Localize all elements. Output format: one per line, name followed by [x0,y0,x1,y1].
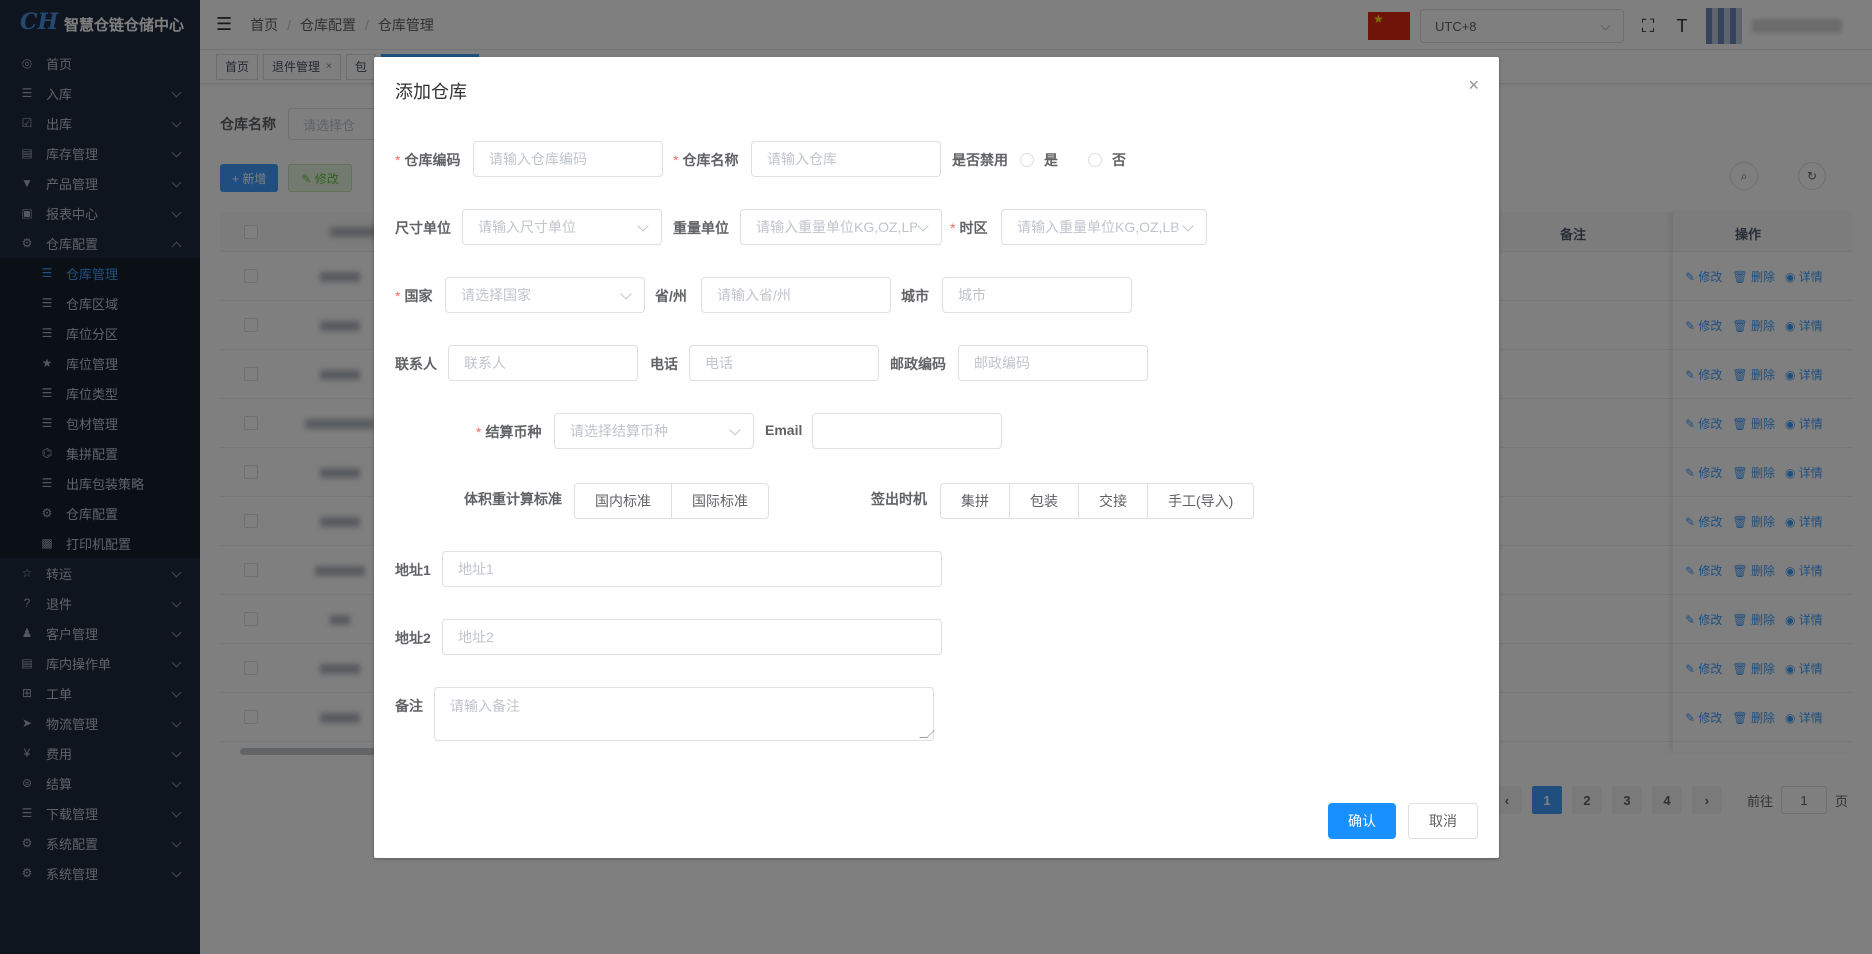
address1-input[interactable]: 地址1 [442,551,942,587]
size-unit-select[interactable]: 请输入尺寸单位 [462,209,662,245]
weight-unit-label: 重量单位 [673,220,729,236]
email-label: Email [765,422,803,438]
province-label: 省/州 [655,288,687,304]
close-icon[interactable]: × [1468,75,1479,96]
disabled-label: 是否禁用 [952,152,1008,168]
timezone-label: * 时区 [950,220,988,236]
province-input[interactable]: 请输入省/州 [701,277,891,313]
weight-unit-select[interactable]: 请输入重量单位KG,OZ,LB [740,209,942,245]
address2-label: 地址2 [395,630,431,646]
signout-timing-group: 集拼 包装 交接 手工(导入) [940,483,1255,519]
remark-label: 备注 [395,698,423,714]
warehouse-name-label: * 仓库名称 [673,152,739,168]
signout-consolidate-button[interactable]: 集拼 [940,483,1010,519]
contact-label: 联系人 [395,356,437,372]
country-label: * 国家 [395,288,433,304]
radio-circle [1088,153,1102,167]
address1-label: 地址1 [395,562,431,578]
warehouse-code-input[interactable]: 请输入仓库编码 [473,141,663,177]
dialog-title: 添加仓库 [395,82,467,102]
disabled-yes-radio[interactable]: 是 [1020,150,1058,170]
contact-input[interactable]: 联系人 [448,345,638,381]
timezone-field-select[interactable]: 请输入重量单位KG,OZ,LB [1001,209,1207,245]
phone-label: 电话 [650,356,678,372]
volume-standard-group: 国内标准 国际标准 [574,483,769,519]
email-input[interactable] [812,413,1002,449]
confirm-button[interactable]: 确认 [1328,803,1396,839]
volume-standard-label: 体积重计算标准 [464,491,562,507]
country-select[interactable]: 请选择国家 [445,277,645,313]
international-standard-button[interactable]: 国际标准 [671,483,769,519]
phone-input[interactable]: 电话 [689,345,879,381]
domestic-standard-button[interactable]: 国内标准 [574,483,672,519]
radio-circle [1020,153,1034,167]
resize-handle-icon[interactable] [919,730,935,738]
city-input[interactable]: 城市 [942,277,1132,313]
add-warehouse-dialog: 添加仓库 × * 仓库编码 请输入仓库编码 * 仓库名称 请输入仓库 是否禁用 是 … [374,57,1499,858]
cancel-button[interactable]: 取消 [1408,803,1478,839]
warehouse-name-input[interactable]: 请输入仓库 [751,141,941,177]
remark-textarea[interactable]: 请输入备注 [434,687,935,741]
currency-label: * 结算币种 [476,424,542,440]
warehouse-code-label: * 仓库编码 [395,152,461,168]
currency-select[interactable]: 请选择结算币种 [554,413,754,449]
remark-placeholder: 请输入备注 [450,698,520,714]
zip-input[interactable]: 邮政编码 [958,345,1148,381]
signout-pack-button[interactable]: 包装 [1009,483,1079,519]
size-unit-label: 尺寸单位 [395,220,451,236]
signout-timing-label: 签出时机 [871,491,927,507]
city-label: 城市 [901,288,929,304]
signout-handover-button[interactable]: 交接 [1078,483,1148,519]
disabled-no-radio[interactable]: 否 [1088,150,1126,170]
address2-input[interactable]: 地址2 [442,619,942,655]
signout-manual-button[interactable]: 手工(导入) [1147,483,1255,519]
zip-label: 邮政编码 [890,356,946,372]
